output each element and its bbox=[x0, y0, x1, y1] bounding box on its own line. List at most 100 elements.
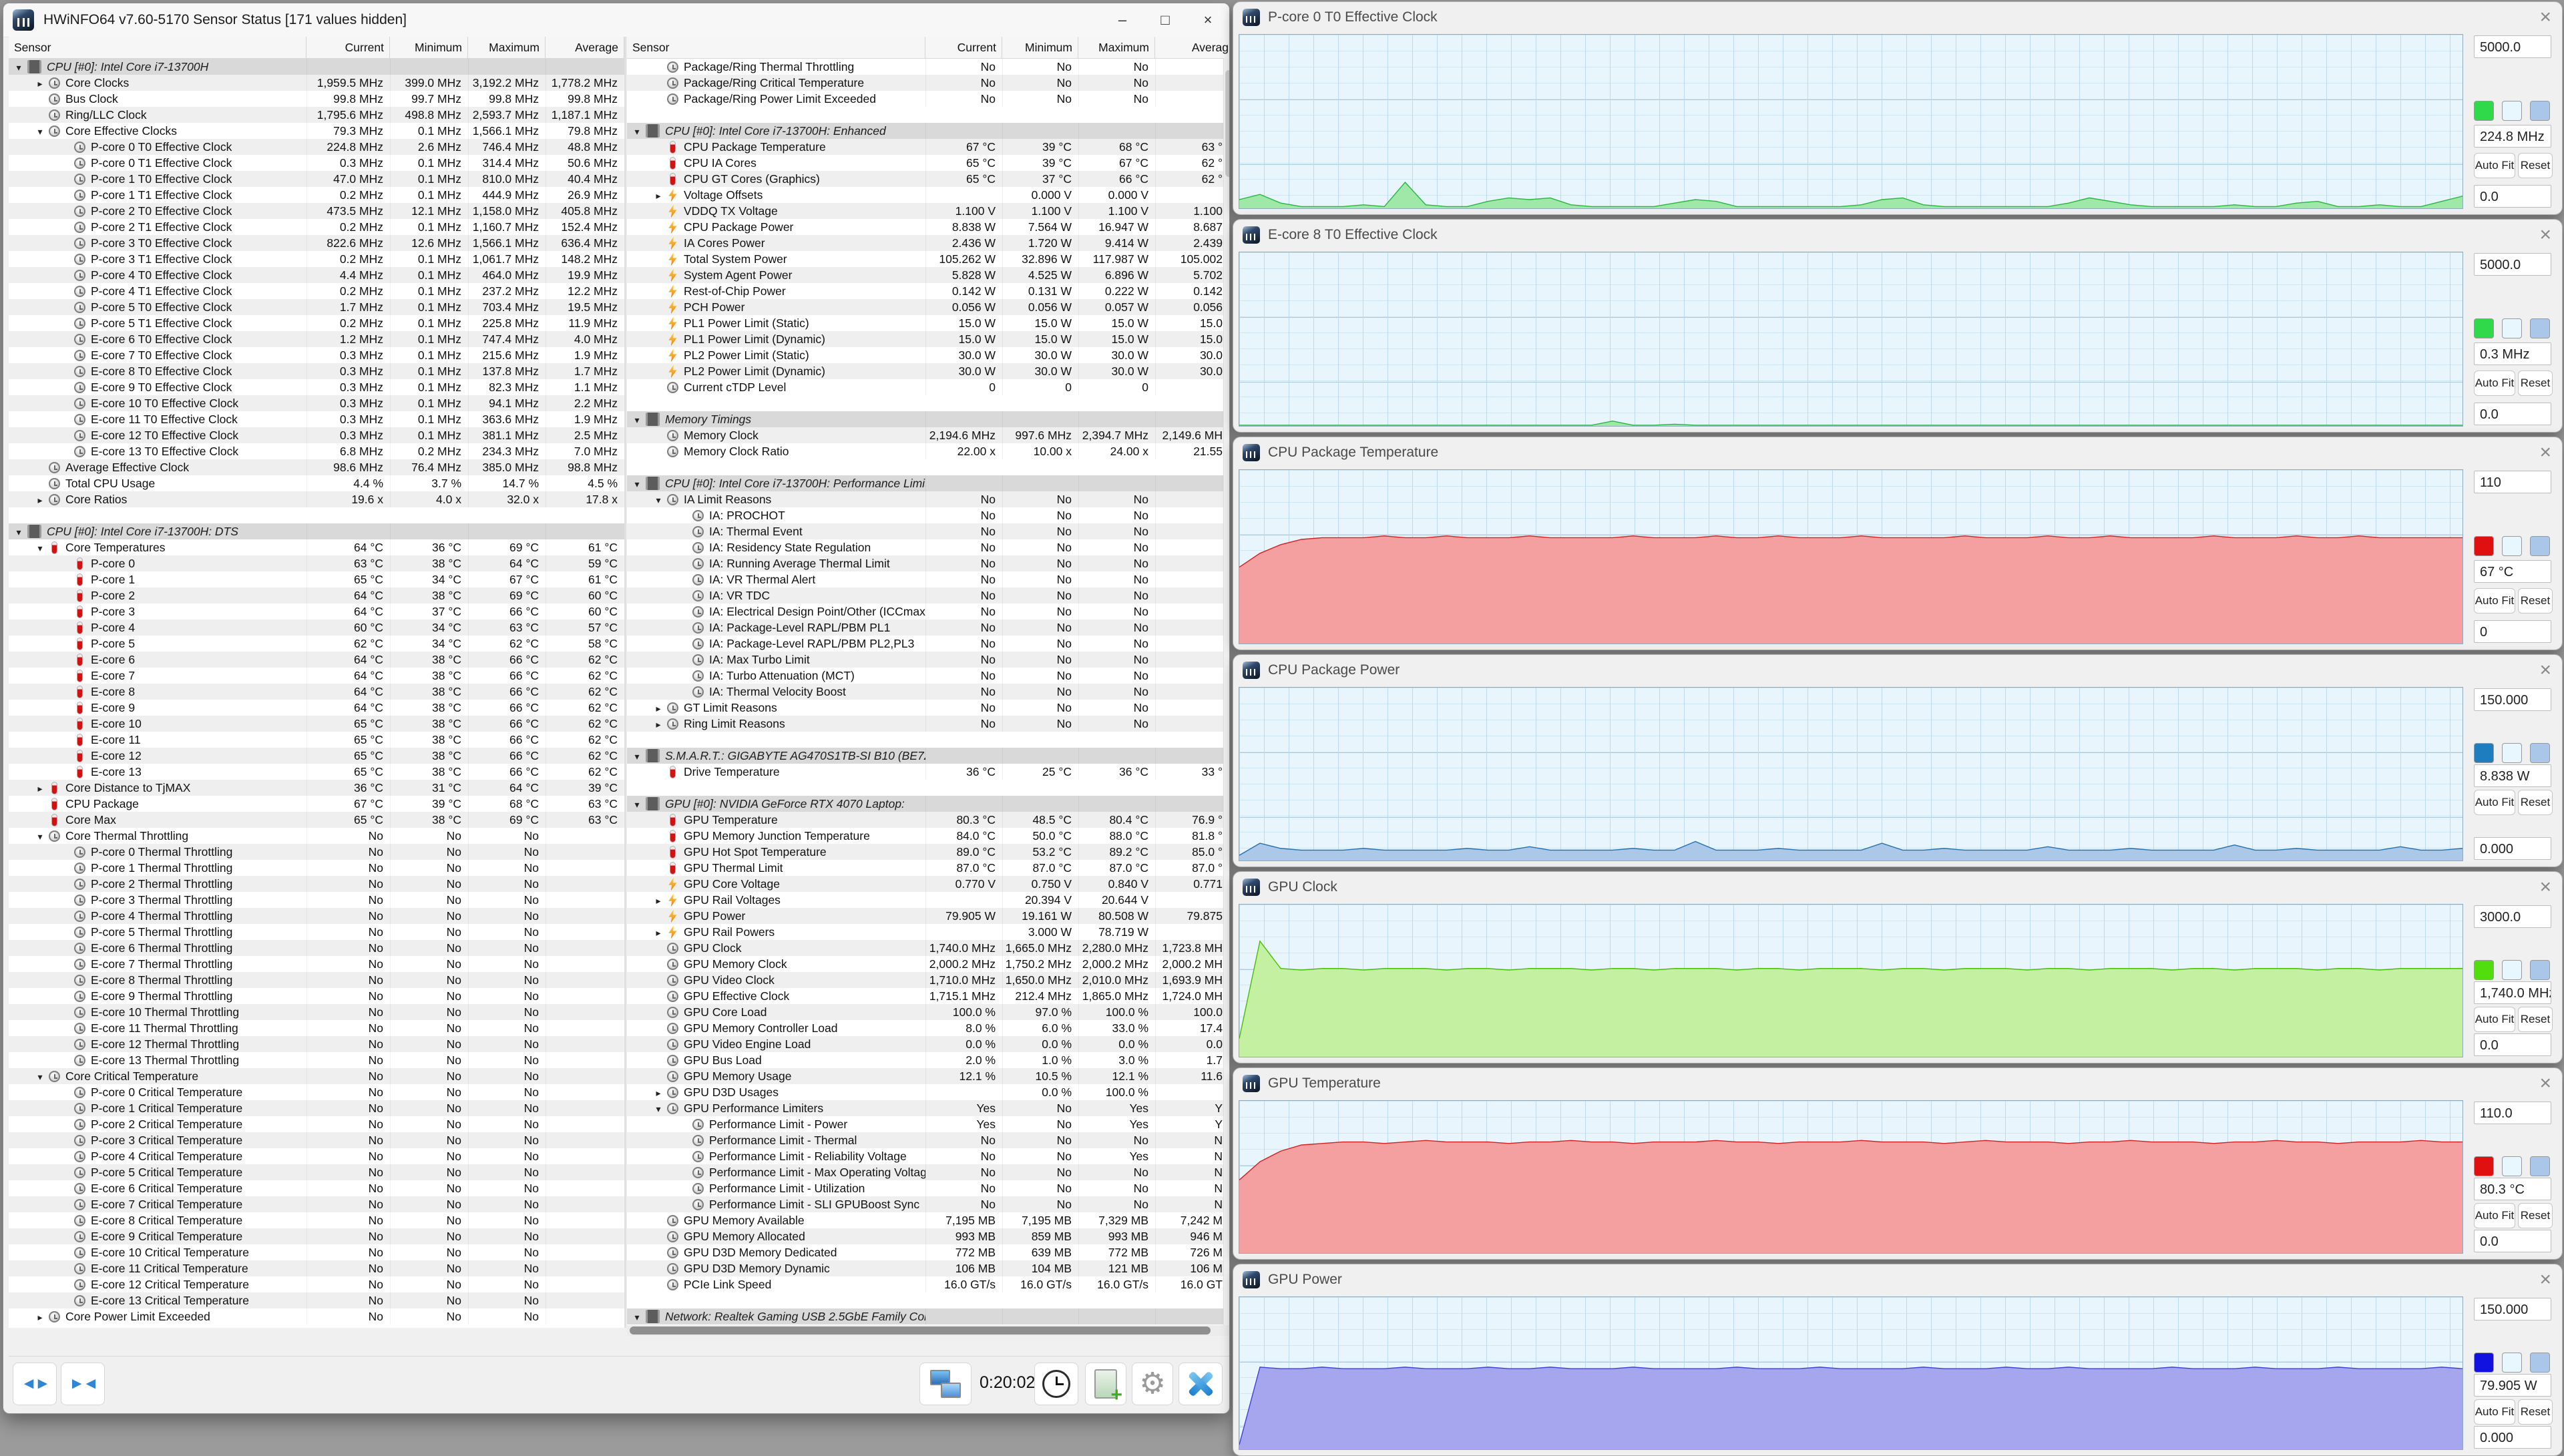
sensor-row[interactable]: CPU Package Temperature67 °C39 °C68 °C63… bbox=[627, 139, 1230, 155]
sensor-row[interactable]: IA: Electrical Design Point/Other (ICCma… bbox=[627, 603, 1230, 620]
reset-button[interactable]: Reset bbox=[2518, 371, 2553, 396]
series-color-swatch[interactable] bbox=[2474, 1353, 2494, 1373]
settings-button[interactable]: ⚙ bbox=[1132, 1363, 1173, 1405]
column-header-averag[interactable]: Averag bbox=[1155, 37, 1230, 58]
chevron-down-icon[interactable]: ▾ bbox=[31, 540, 49, 555]
sensor-row[interactable]: PL1 Power Limit (Dynamic)15.0 W15.0 W15.… bbox=[627, 331, 1230, 347]
sensor-row[interactable]: Core Max65 °C38 °C69 °C63 °C bbox=[9, 812, 624, 828]
sensor-row[interactable]: E-core 8 Thermal ThrottlingNoNoNo bbox=[9, 972, 624, 988]
sensor-row[interactable]: Average Effective Clock98.6 MHz76.4 MHz3… bbox=[9, 459, 624, 475]
chevron-down-icon[interactable]: ▾ bbox=[31, 124, 49, 139]
sensor-row[interactable]: E-core 10 T0 Effective Clock0.3 MHz0.1 M… bbox=[9, 395, 624, 411]
sensor-row[interactable]: P-core 2 Critical TemperatureNoNoNo bbox=[9, 1116, 624, 1132]
auto-fit-button[interactable]: Auto Fit bbox=[2474, 371, 2515, 396]
auto-fit-button[interactable]: Auto Fit bbox=[2474, 153, 2515, 178]
sensor-row[interactable]: P-core 4 T1 Effective Clock0.2 MHz0.1 MH… bbox=[9, 283, 624, 299]
group-row[interactable]: ▾CPU [#0]: Intel Core i7-13700H: Enhance… bbox=[627, 123, 1230, 139]
sensor-row[interactable]: Memory Clock Ratio22.00 x10.00 x24.00 x2… bbox=[627, 443, 1230, 459]
chevron-down-icon[interactable]: ▾ bbox=[628, 412, 646, 427]
auto-fit-button[interactable]: Auto Fit bbox=[2474, 1007, 2515, 1032]
chevron-right-icon[interactable]: ▸ bbox=[31, 492, 49, 507]
reset-button[interactable]: Reset bbox=[2518, 153, 2553, 178]
sensor-row[interactable]: ▸Voltage Offsets0.000 V0.000 V bbox=[627, 187, 1230, 203]
sensor-row[interactable]: Current cTDP Level000 bbox=[627, 379, 1230, 395]
sensor-row[interactable]: P-core 4 Thermal ThrottlingNoNoNo bbox=[9, 908, 624, 924]
background-color-swatch[interactable] bbox=[2502, 536, 2522, 556]
reset-button[interactable]: Reset bbox=[2518, 1007, 2553, 1032]
sensor-row[interactable]: IA Cores Power2.436 W1.720 W9.414 W2.439 bbox=[627, 235, 1230, 251]
sensor-row[interactable]: ▸GPU D3D Usages0.0 %100.0 % bbox=[627, 1084, 1230, 1100]
sensor-row[interactable]: E-core 10 Critical TemperatureNoNoNo bbox=[9, 1244, 624, 1260]
spacer-row[interactable] bbox=[627, 395, 1230, 411]
column-header-left[interactable]: SensorCurrentMinimumMaximumAverage bbox=[9, 37, 624, 59]
auto-fit-button[interactable]: Auto Fit bbox=[2474, 1203, 2515, 1228]
sensor-row[interactable]: IA: VR Thermal AlertNoNoNo bbox=[627, 571, 1230, 587]
spacer-row[interactable] bbox=[9, 507, 624, 523]
graph-close-icon[interactable]: × bbox=[2539, 1268, 2551, 1291]
sensor-row[interactable]: GPU Memory Usage12.1 %10.5 %12.1 %11.6 bbox=[627, 1068, 1230, 1084]
sensor-row[interactable]: P-core 4 T0 Effective Clock4.4 MHz0.1 MH… bbox=[9, 267, 624, 283]
sensor-row[interactable]: P-core 1 T1 Effective Clock0.2 MHz0.1 MH… bbox=[9, 187, 624, 203]
sensor-row[interactable]: Package/Ring Thermal ThrottlingNoNoNo bbox=[627, 59, 1230, 75]
grid-color-swatch[interactable] bbox=[2530, 318, 2550, 338]
collapse-columns-button[interactable]: ►◄ bbox=[61, 1363, 105, 1405]
sensor-row[interactable]: ▸GT Limit ReasonsNoNoNo bbox=[627, 700, 1230, 716]
graph-close-icon[interactable]: × bbox=[2539, 224, 2551, 246]
remote-monitoring-button[interactable] bbox=[919, 1363, 972, 1405]
sensor-row[interactable]: PL2 Power Limit (Dynamic)30.0 W30.0 W30.… bbox=[627, 363, 1230, 379]
sensor-row[interactable]: E-core 11 T0 Effective Clock0.3 MHz0.1 M… bbox=[9, 411, 624, 427]
sensor-row[interactable]: E-core 12 Thermal ThrottlingNoNoNo bbox=[9, 1036, 624, 1052]
chevron-right-icon[interactable]: ▸ bbox=[650, 925, 667, 940]
sensor-row[interactable]: E-core 6 T0 Effective Clock1.2 MHz0.1 MH… bbox=[9, 331, 624, 347]
graph-close-icon[interactable]: × bbox=[2539, 659, 2551, 682]
group-row[interactable]: ▾CPU [#0]: Intel Core i7-13700H: Perform… bbox=[627, 475, 1230, 491]
sensor-row[interactable]: P-core 1 Thermal ThrottlingNoNoNo bbox=[9, 860, 624, 876]
column-header-maximum[interactable]: Maximum bbox=[1078, 37, 1155, 58]
sensor-row[interactable]: CPU Package67 °C39 °C68 °C63 °C bbox=[9, 796, 624, 812]
series-color-swatch[interactable] bbox=[2474, 318, 2494, 338]
sensor-row[interactable]: ▸Ring Limit ReasonsNoNoNo bbox=[627, 716, 1230, 732]
sensor-row[interactable]: P-core 2 T1 Effective Clock0.2 MHz0.1 MH… bbox=[9, 219, 624, 235]
sensor-row[interactable]: P-core 2 T0 Effective Clock473.5 MHz12.1… bbox=[9, 203, 624, 219]
grid-color-swatch[interactable] bbox=[2530, 536, 2550, 556]
sensor-row[interactable]: Performance Limit - UtilizationNoNoNoN bbox=[627, 1180, 1230, 1196]
horizontal-scrollbar[interactable] bbox=[627, 1325, 1230, 1336]
sensor-row[interactable]: E-core 9 Thermal ThrottlingNoNoNo bbox=[9, 988, 624, 1004]
sensor-row[interactable]: IA: Max Turbo LimitNoNoNo bbox=[627, 652, 1230, 668]
background-color-swatch[interactable] bbox=[2502, 318, 2522, 338]
maximize-button[interactable]: □ bbox=[1144, 3, 1187, 37]
sensor-row[interactable]: P-core 0 Critical TemperatureNoNoNo bbox=[9, 1084, 624, 1100]
sensor-row[interactable]: P-core 063 °C38 °C64 °C59 °C bbox=[9, 555, 624, 571]
reset-button[interactable]: Reset bbox=[2518, 1399, 2553, 1425]
sensor-row[interactable]: ▸Core Ratios19.6 x4.0 x32.0 x17.8 x bbox=[9, 491, 624, 507]
graph-close-icon[interactable]: × bbox=[2539, 441, 2551, 464]
column-header-sensor[interactable]: Sensor bbox=[627, 37, 925, 58]
sensor-row[interactable]: P-core 5 Thermal ThrottlingNoNoNo bbox=[9, 924, 624, 940]
chevron-right-icon[interactable]: ▸ bbox=[31, 780, 49, 796]
series-color-swatch[interactable] bbox=[2474, 960, 2494, 980]
sensor-row[interactable]: IA: PROCHOTNoNoNo bbox=[627, 507, 1230, 523]
sensor-row[interactable]: IA: Thermal Velocity BoostNoNoNo bbox=[627, 684, 1230, 700]
grid-color-swatch[interactable] bbox=[2530, 101, 2550, 121]
background-color-swatch[interactable] bbox=[2502, 1353, 2522, 1373]
sensor-row[interactable]: P-core 364 °C37 °C66 °C60 °C bbox=[9, 603, 624, 620]
grid-color-swatch[interactable] bbox=[2530, 1156, 2550, 1176]
group-row[interactable]: ▾CPU [#0]: Intel Core i7-13700H: DTS bbox=[9, 523, 624, 539]
chevron-right-icon[interactable]: ▸ bbox=[650, 893, 667, 908]
sensor-row[interactable]: Memory Clock2,194.6 MHz997.6 MHz2,394.7 … bbox=[627, 427, 1230, 443]
chevron-right-icon[interactable]: ▸ bbox=[31, 1309, 49, 1324]
sensor-row[interactable]: E-core 11 Thermal ThrottlingNoNoNo bbox=[9, 1020, 624, 1036]
sensor-row[interactable]: E-core 1365 °C38 °C66 °C62 °C bbox=[9, 764, 624, 780]
spacer-row[interactable] bbox=[627, 107, 1230, 123]
spacer-row[interactable] bbox=[627, 780, 1230, 796]
sensor-row[interactable]: IA: Running Average Thermal LimitNoNoNo bbox=[627, 555, 1230, 571]
sensor-row[interactable]: E-core 1265 °C38 °C66 °C62 °C bbox=[9, 748, 624, 764]
sensor-row[interactable]: Package/Ring Critical TemperatureNoNoNo bbox=[627, 75, 1230, 91]
grid-color-swatch[interactable] bbox=[2530, 960, 2550, 980]
sensor-row[interactable]: P-core 1 Critical TemperatureNoNoNo bbox=[9, 1100, 624, 1116]
sensor-row[interactable]: P-core 1 T0 Effective Clock47.0 MHz0.1 M… bbox=[9, 171, 624, 187]
sensor-row[interactable]: E-core 13 T0 Effective Clock6.8 MHz0.2 M… bbox=[9, 443, 624, 459]
grid-color-swatch[interactable] bbox=[2530, 1353, 2550, 1373]
chevron-right-icon[interactable]: ▸ bbox=[650, 716, 667, 732]
sensor-row[interactable]: P-core 264 °C38 °C69 °C60 °C bbox=[9, 587, 624, 603]
